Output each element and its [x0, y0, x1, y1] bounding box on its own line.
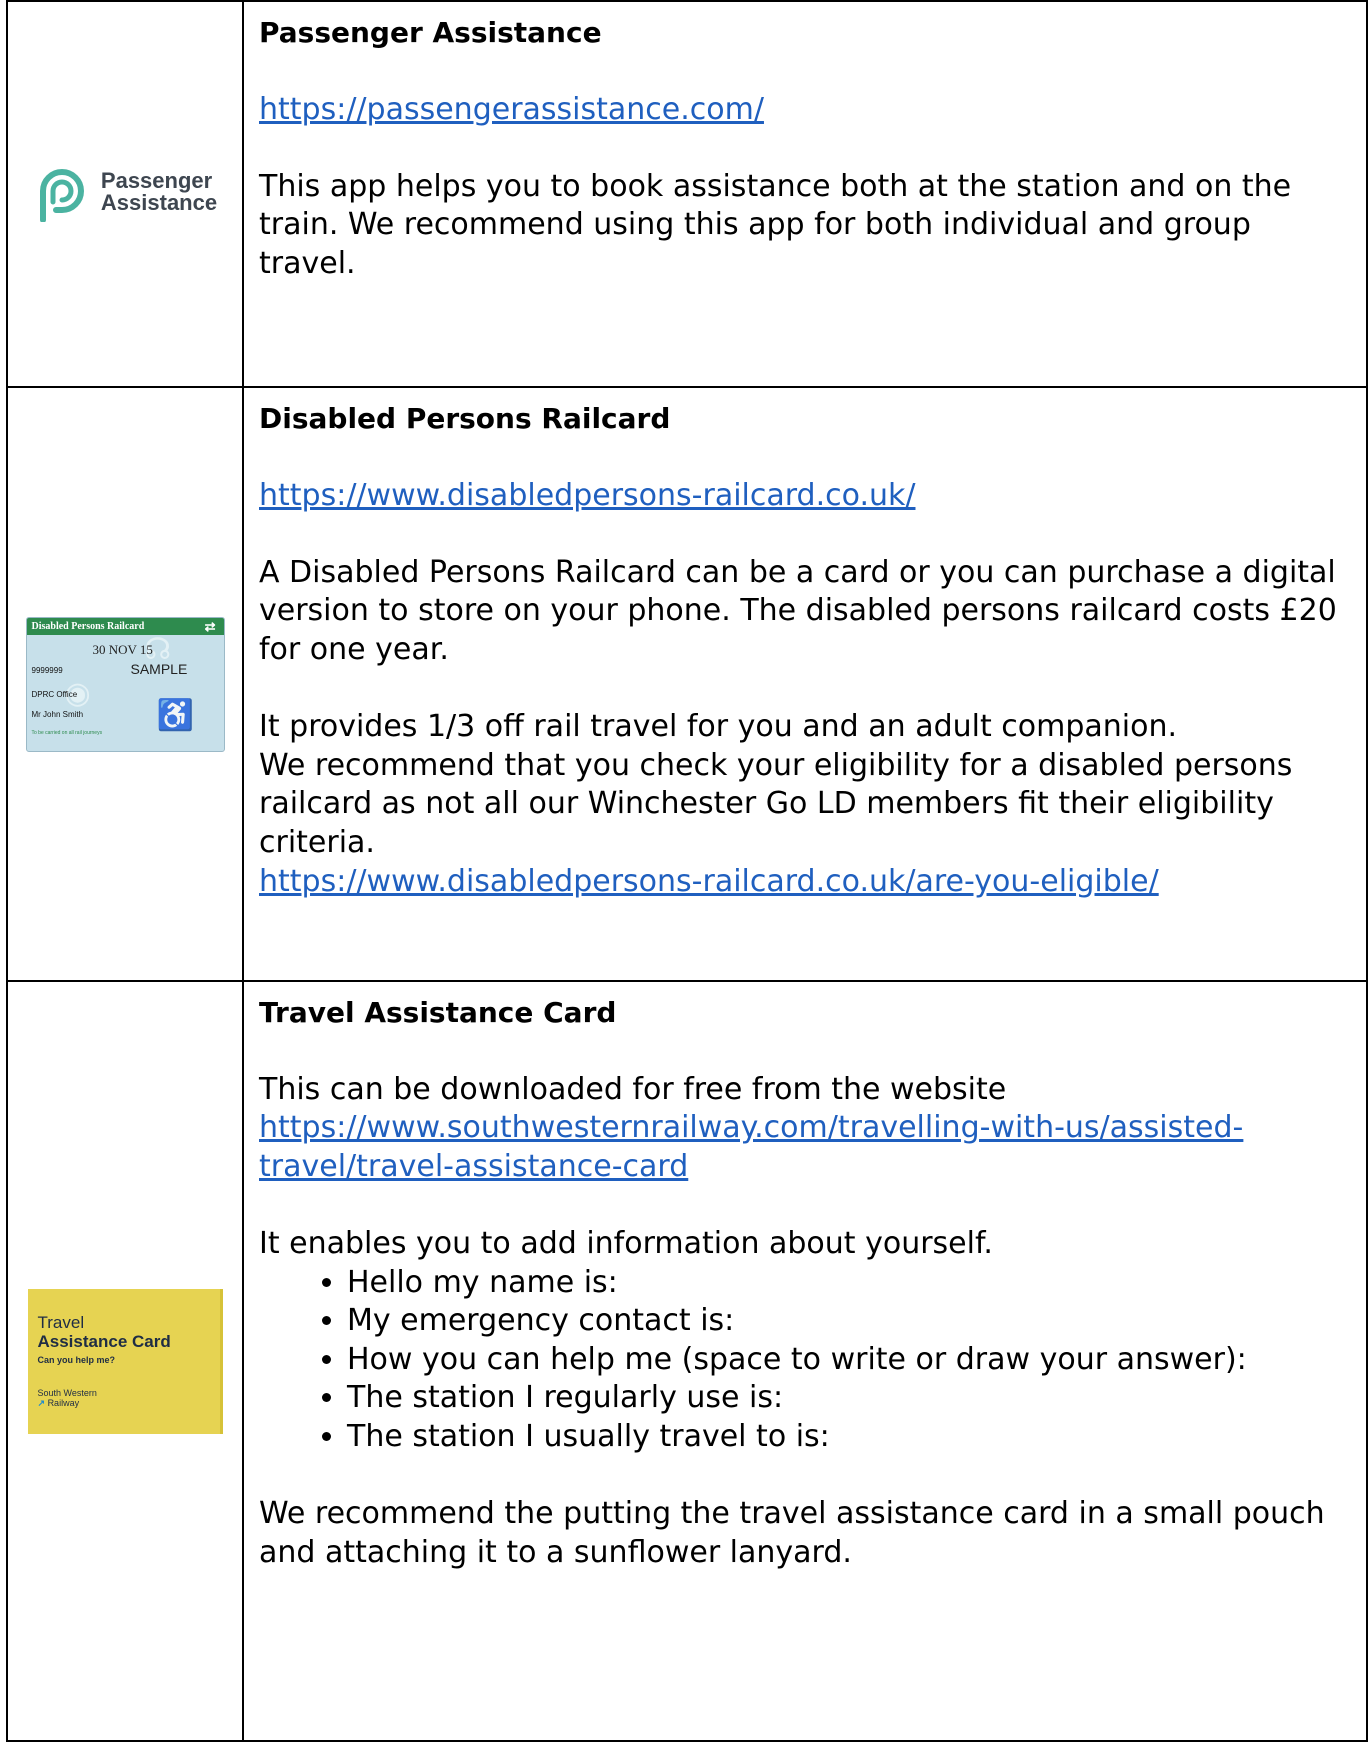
list-item: My emergency contact is: — [347, 1302, 1352, 1341]
list-item: Hello my name is: — [347, 1264, 1352, 1303]
passenger-assistance-link[interactable]: https://passengerassistance.com/ — [259, 92, 764, 127]
section-body: We recommend the putting the travel assi… — [259, 1496, 1325, 1570]
text-cell: Travel Assistance Card This can be downl… — [242, 980, 1368, 1742]
table-row-travel-assistance-card: Travel Assistance Card Can you help me? … — [6, 980, 1368, 1742]
table-row-railcard: Disabled Persons Railcard ⇄ ☊ ◉ ♿ 30 NOV… — [6, 386, 1368, 982]
railcard-header: Disabled Persons Railcard ⇄ — [26, 617, 224, 635]
travel-assistance-card-image: Travel Assistance Card Can you help me? … — [27, 1288, 223, 1434]
list-item: The station I usually travel to is: — [347, 1418, 1352, 1457]
section-body: We recommend that you check your eligibi… — [259, 747, 1293, 860]
card-title-line-1: Travel — [37, 1312, 85, 1332]
arrow-icon: ↗ — [37, 1397, 46, 1408]
wheelchair-icon: ♿ — [156, 698, 194, 732]
section-body: This app helps you to book assistance bo… — [259, 168, 1292, 281]
eligibility-link[interactable]: https://www.disabledpersons-railcard.co.… — [259, 864, 1159, 899]
text-cell: Passenger Assistance https://passengeras… — [242, 0, 1368, 388]
section-body: It provides 1/3 off rail travel for you … — [259, 709, 1178, 745]
railcard-image: Disabled Persons Railcard ⇄ ☊ ◉ ♿ 30 NOV… — [25, 616, 225, 752]
section-body: It enables you to add information about … — [259, 1225, 993, 1261]
card-subtitle: Can you help me? — [37, 1354, 116, 1365]
railcard-office: DPRC Office — [31, 689, 78, 699]
railcard-number: 9999999 — [31, 665, 63, 675]
card-title: Travel Assistance Card — [38, 1313, 171, 1351]
passenger-assistance-logo-icon — [39, 169, 84, 222]
railcard-date: 30 NOV 15 — [92, 641, 153, 657]
brand-line-2: Railway — [47, 1397, 80, 1408]
railcard-sample: SAMPLE — [130, 660, 188, 677]
passenger-assistance-logo-text: Passenger Assistance — [101, 170, 217, 214]
logo-line-1: Passenger — [100, 168, 213, 193]
list-item: The station I regularly use is: — [347, 1379, 1352, 1418]
railcard-footer: To be carried on all rail journeys — [31, 729, 103, 736]
passenger-assistance-logo: Passenger Assistance — [33, 162, 217, 222]
section-title: Disabled Persons Railcard — [259, 402, 671, 435]
national-rail-icon: ⇄ — [204, 618, 216, 634]
section-intro: This can be downloaded for free from the… — [259, 1071, 1007, 1107]
railcard-link[interactable]: https://www.disabledpersons-railcard.co.… — [259, 478, 915, 513]
section-body: A Disabled Persons Railcard can be a car… — [259, 554, 1337, 667]
railcard-header-text: Disabled Persons Railcard — [31, 620, 145, 632]
list-item: How you can help me (space to write or d… — [347, 1341, 1352, 1380]
brand-line-1: South Western — [37, 1387, 97, 1398]
south-western-railway-logo: South Western ↗ Railway — [38, 1388, 97, 1408]
logo-line-2: Assistance — [100, 190, 218, 215]
image-cell: Disabled Persons Railcard ⇄ ☊ ◉ ♿ 30 NOV… — [6, 386, 244, 982]
image-cell: Travel Assistance Card Can you help me? … — [6, 980, 244, 1742]
section-title: Passenger Assistance — [259, 16, 602, 49]
text-cell: Disabled Persons Railcard https://www.di… — [242, 386, 1368, 982]
travel-card-link[interactable]: https://www.southwesternrailway.com/trav… — [259, 1110, 1243, 1184]
card-title-line-2: Assistance Card — [37, 1331, 171, 1351]
info-bullet-list: Hello my name is: My emergency contact i… — [259, 1264, 1352, 1457]
information-table: Passenger Assistance Passenger Assistanc… — [6, 0, 1368, 1742]
railcard-name: Mr John Smith — [31, 709, 84, 719]
section-title: Travel Assistance Card — [259, 996, 617, 1029]
table-row-passenger-assistance: Passenger Assistance Passenger Assistanc… — [6, 0, 1368, 388]
image-cell: Passenger Assistance — [6, 0, 244, 388]
